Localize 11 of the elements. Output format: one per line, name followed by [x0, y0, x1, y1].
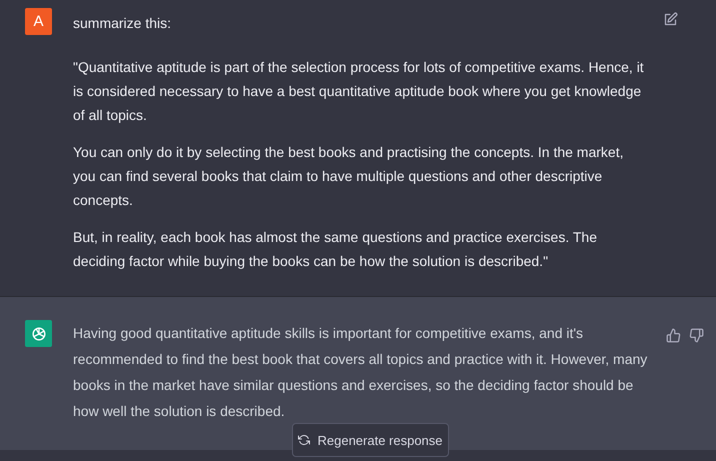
edit-icon[interactable] [663, 12, 678, 27]
user-avatar: A [25, 8, 52, 35]
thumbs-up-icon[interactable] [666, 328, 681, 343]
regenerate-button[interactable]: Regenerate response [292, 423, 449, 457]
message-text: But, in reality, each book has almost the same questions and practice exercises. The deciding factor while buying the books can be how the solution is described." [73, 228, 598, 271]
refresh-icon [298, 434, 310, 446]
thumbs-down-icon[interactable] [689, 328, 704, 343]
message-text: summarize this: [73, 14, 172, 33]
message-text: Having good quantitative aptitude skills is important for competitive exams, and it's recommended to find the best book that covers all topics and practice with it. However, many books in the market have similar questions and exercises, so the deciding factor should be how well the solution is described. [73, 324, 648, 421]
message-text: "Quantitative aptitude is part of the selection process for lots of competitive exams. Hence, it is considered necessary to have a best quantitative aptitude book where you get knowledge of all topics. [73, 58, 645, 125]
message-text: You can only do it by selecting the best books and practising the concepts. In the market, you can find several books that claim to have multiple questions and other descriptive concepts. [73, 143, 624, 210]
